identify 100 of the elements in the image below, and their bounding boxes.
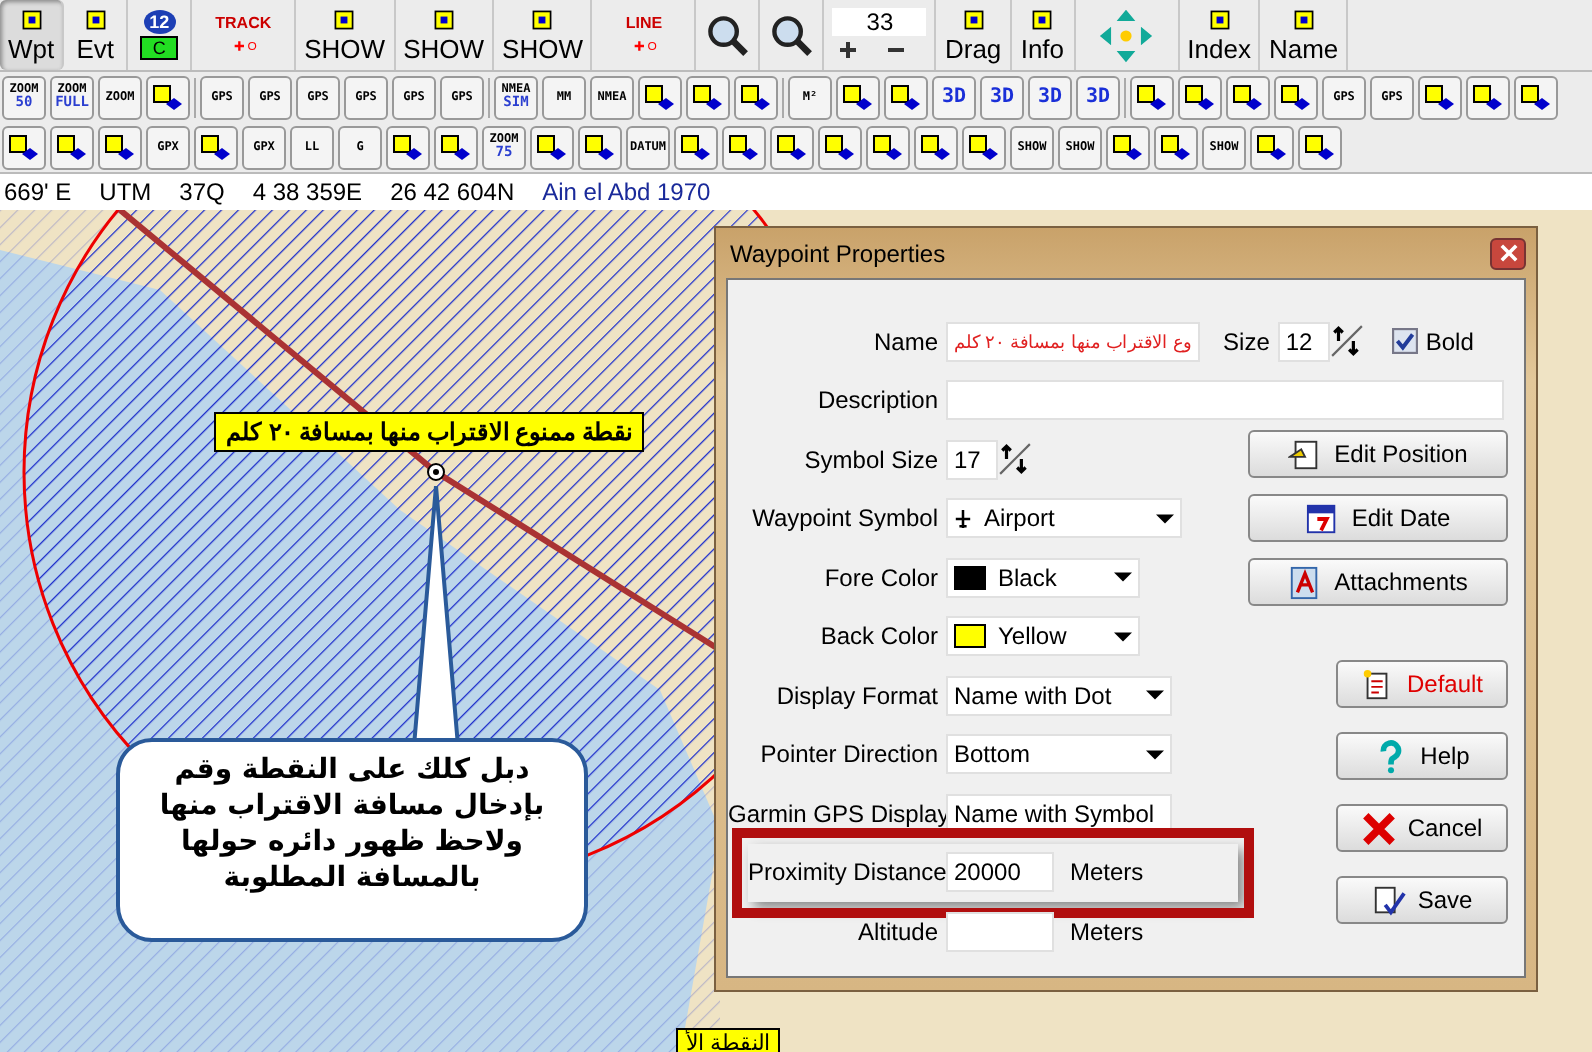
toolbar-button[interactable]: 3D bbox=[1028, 75, 1072, 119]
toolbar-button[interactable] bbox=[1514, 75, 1558, 119]
arrows-icon bbox=[1098, 7, 1155, 63]
toolbar-button[interactable] bbox=[962, 125, 1006, 169]
dropdown[interactable]: Name with Symbol bbox=[946, 793, 1172, 834]
color-dropdown[interactable]: Yellow bbox=[946, 616, 1140, 657]
toolbar-button[interactable] bbox=[818, 125, 862, 169]
close-button[interactable] bbox=[1490, 237, 1526, 269]
squares-icon bbox=[1160, 131, 1192, 163]
squares-icon bbox=[824, 131, 856, 163]
status-text: UTM bbox=[99, 178, 152, 206]
name-field[interactable]: وع الاقتراب منها بمسافة ٢٠ كلم bbox=[946, 321, 1200, 362]
toolbar-button[interactable] bbox=[914, 125, 958, 169]
toolbar-button[interactable] bbox=[1226, 75, 1270, 119]
toolbar-button[interactable] bbox=[722, 125, 766, 169]
toolbar-button[interactable] bbox=[194, 125, 238, 169]
squares-icon bbox=[330, 7, 359, 31]
toolbar-button[interactable] bbox=[836, 75, 880, 119]
distance-field[interactable]: 20000 bbox=[946, 852, 1054, 893]
field-label: Size bbox=[1223, 327, 1270, 356]
squares-icon bbox=[17, 7, 46, 31]
cancel-button[interactable]: Cancel bbox=[1336, 804, 1508, 852]
toolbar-button[interactable] bbox=[884, 75, 928, 119]
edit-date-button[interactable]: Edit Date bbox=[1248, 494, 1508, 542]
toolbar-button[interactable] bbox=[686, 75, 730, 119]
toolbar-button[interactable]: 3D bbox=[1076, 75, 1120, 119]
squares-icon bbox=[528, 7, 557, 31]
toolbar-button[interactable] bbox=[1274, 75, 1318, 119]
toolbar-button[interactable] bbox=[434, 125, 478, 169]
squares-icon bbox=[842, 81, 874, 113]
dropdown[interactable]: Name with Dot bbox=[946, 675, 1172, 716]
color-dropdown[interactable]: Black bbox=[946, 557, 1140, 598]
spinner-icon bbox=[998, 442, 1032, 477]
dropdown[interactable]: Bottom bbox=[946, 734, 1172, 775]
squares-icon bbox=[728, 131, 760, 163]
unit-label: Meters bbox=[1070, 917, 1144, 946]
squares-icon bbox=[1112, 131, 1144, 163]
toolbar-button[interactable] bbox=[146, 75, 190, 119]
squares-icon bbox=[920, 131, 952, 163]
squares-icon bbox=[429, 7, 458, 31]
squares-icon bbox=[392, 131, 424, 163]
squares-icon bbox=[1232, 81, 1264, 113]
toolbar-button[interactable] bbox=[50, 125, 94, 169]
default-button[interactable]: Default bbox=[1336, 660, 1508, 708]
toolbar-button[interactable] bbox=[2, 125, 46, 169]
toolbar-button[interactable]: Wpt bbox=[0, 0, 65, 70]
bold-checkbox[interactable]: Bold bbox=[1391, 327, 1474, 356]
status-text: 669ʹ E bbox=[4, 178, 72, 206]
squares-icon bbox=[1472, 81, 1504, 113]
x-mark-icon bbox=[1361, 811, 1396, 845]
toolbar-button[interactable] bbox=[1178, 75, 1222, 119]
toolbar-button[interactable] bbox=[1154, 125, 1198, 169]
status-text: 4 38 359E bbox=[252, 178, 363, 206]
save-button[interactable]: Save bbox=[1336, 876, 1508, 924]
squares-icon bbox=[104, 131, 136, 163]
squares-icon bbox=[8, 131, 40, 163]
toolbar-button[interactable] bbox=[1466, 75, 1510, 119]
window-title: Waypoint Properties bbox=[728, 239, 946, 267]
symbol-size-field[interactable]: 17 bbox=[946, 439, 998, 480]
toolbar-button[interactable]: 3D bbox=[932, 75, 976, 119]
toolbar-button[interactable] bbox=[1418, 75, 1462, 119]
close-icon bbox=[1499, 244, 1517, 262]
toolbar-button[interactable] bbox=[530, 125, 574, 169]
squares-icon bbox=[890, 81, 922, 113]
toolbar-button[interactable] bbox=[638, 75, 682, 119]
field-label: Name bbox=[871, 327, 938, 356]
squares-icon bbox=[959, 7, 988, 31]
field-label: Back Color bbox=[818, 622, 938, 651]
caret-icon bbox=[1156, 513, 1174, 524]
squares-icon bbox=[1205, 7, 1234, 31]
toolbar-button[interactable] bbox=[1106, 125, 1150, 169]
attachments-button[interactable]: Attachments bbox=[1248, 558, 1508, 606]
waypoint-label[interactable]: نقطة ممنوع الاقتراب منها بمسافة ٢٠ كلم bbox=[214, 412, 645, 452]
squares-icon bbox=[1304, 131, 1336, 163]
toolbar-button[interactable] bbox=[770, 125, 814, 169]
help-button[interactable]: Help bbox=[1336, 732, 1508, 780]
edit-position-button[interactable]: Edit Position bbox=[1248, 430, 1508, 478]
squares-icon bbox=[536, 131, 568, 163]
toolbar-button[interactable] bbox=[734, 75, 778, 119]
toolbar-button[interactable] bbox=[386, 125, 430, 169]
toolbar-button[interactable] bbox=[674, 125, 718, 169]
toolbar-button[interactable] bbox=[98, 125, 142, 169]
size-field[interactable]: 12 bbox=[1277, 321, 1330, 362]
toolbar-button[interactable] bbox=[578, 125, 622, 169]
toolbar-button[interactable] bbox=[1130, 75, 1174, 119]
caret-icon bbox=[1146, 690, 1164, 701]
distance-field[interactable] bbox=[946, 911, 1054, 952]
plane-icon bbox=[954, 509, 972, 528]
magnifier-icon bbox=[705, 13, 750, 57]
symbol-dropdown[interactable]: Airport bbox=[946, 498, 1182, 539]
field-label: Fore Color bbox=[822, 563, 938, 592]
squares-icon bbox=[56, 131, 88, 163]
waypoint-label[interactable]: النقطة الأ bbox=[676, 1028, 781, 1052]
squares-icon bbox=[152, 81, 184, 113]
toolbar-button[interactable]: 3D bbox=[980, 75, 1024, 119]
description-field[interactable] bbox=[946, 380, 1504, 421]
toolbar-button[interactable] bbox=[1298, 125, 1342, 169]
toolbar-button[interactable] bbox=[1250, 125, 1294, 169]
squares-icon bbox=[680, 131, 712, 163]
toolbar-button[interactable] bbox=[866, 125, 910, 169]
